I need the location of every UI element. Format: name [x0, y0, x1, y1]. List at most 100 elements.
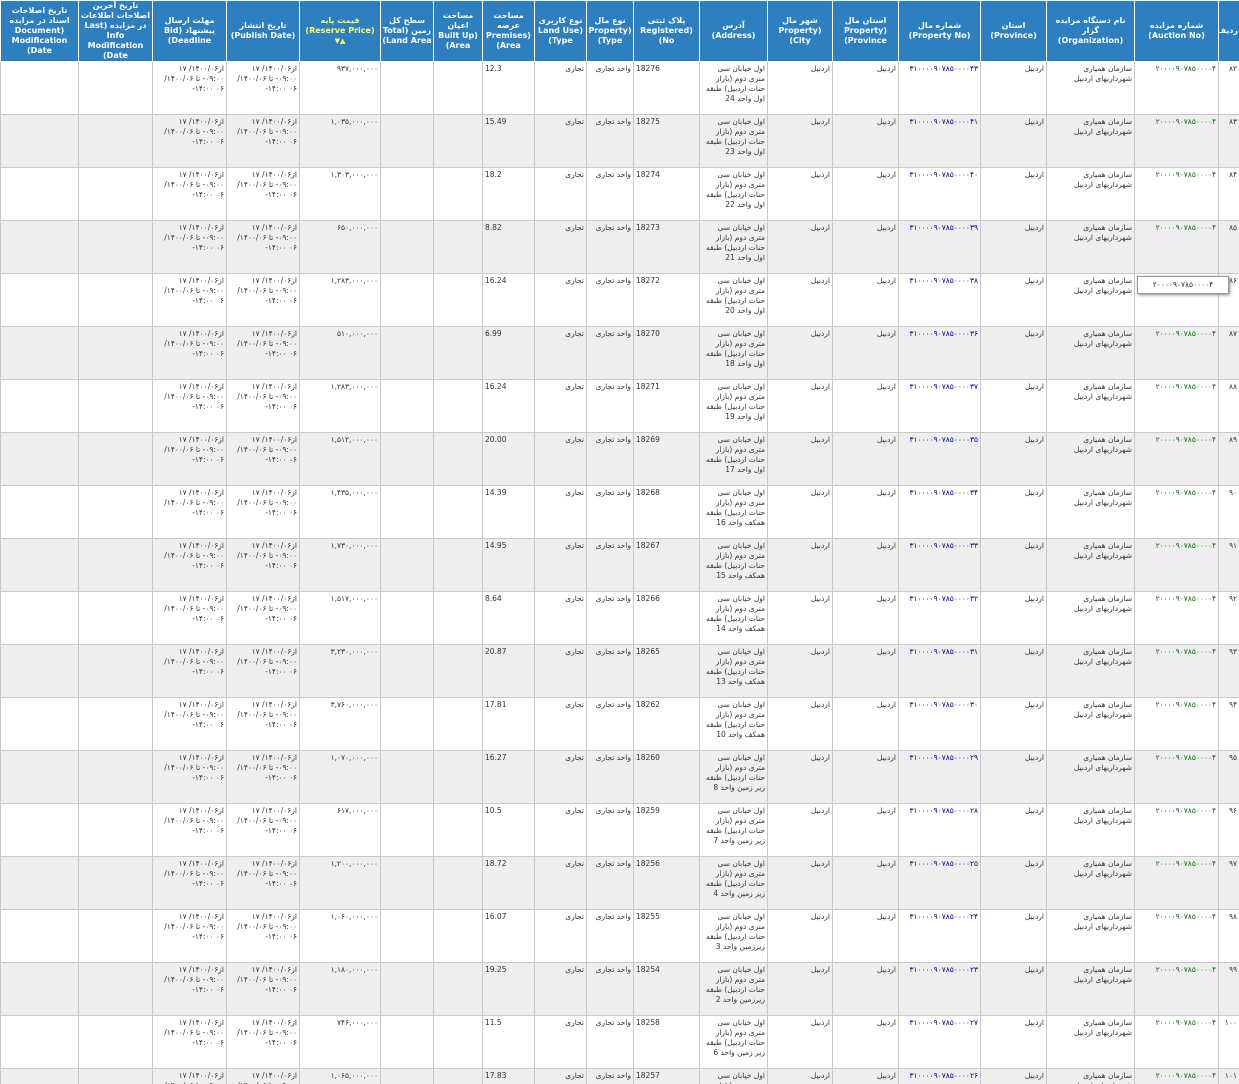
table-row[interactable]: ۹۸ ۲۰۰۰۰۹۰۷۸۵۰۰۰۰۴ سازمان همیاری شهرداریها… [0, 909, 1239, 963]
cell-auction-no[interactable]: ۲۰۰۰۰۹۰۷۸۵۰۰۰۰۴ [1134, 591, 1219, 645]
header-province[interactable]: استان (Province) [980, 0, 1047, 62]
header-land-area[interactable]: سطح کل زمین (Total Land Area) [380, 0, 434, 62]
header-premises-area[interactable]: مساحت عرصه (Premises Area) [482, 0, 535, 62]
sort-arrows-icon[interactable]: ▲▼ [301, 36, 379, 46]
auction-grid-container: ردیف شماره مزایده (Auction No) نام دستگا… [0, 0, 1239, 1084]
cell-property-no[interactable]: ۳۱۰۰۰۰۹۰۷۸۵۰۰۰۰۳۶ [898, 326, 981, 380]
cell-property-no[interactable]: ۳۱۰۰۰۰۹۰۷۸۵۰۰۰۰۳۵ [898, 432, 981, 486]
cell-auction-no[interactable]: ۲۰۰۰۰۹۰۷۸۵۰۰۰۰۴ [1134, 697, 1219, 751]
cell-land-use: تجاری [534, 326, 587, 380]
header-property-province[interactable]: استان مال (Property Province) [832, 0, 899, 62]
table-row[interactable]: ۹۰ ۲۰۰۰۰۹۰۷۸۵۰۰۰۰۴ سازمان همیاری شهرداریها… [0, 485, 1239, 539]
cell-address: اول خیابان سی متری دوم (بازار حنات اردبی… [699, 273, 768, 327]
table-row[interactable]: ۹۲ ۲۰۰۰۰۹۰۷۸۵۰۰۰۰۴ سازمان همیاری شهرداریها… [0, 591, 1239, 645]
header-reserve-price[interactable]: قیمت پایه (Reserve Price) ▲▼ [299, 0, 381, 62]
header-property-no[interactable]: شماره مال (Property No) [898, 0, 981, 62]
table-row[interactable]: ۹۹ ۲۰۰۰۰۹۰۷۸۵۰۰۰۰۴ سازمان همیاری شهرداریها… [0, 962, 1239, 1016]
cell-last-info-mod [78, 803, 153, 857]
table-row[interactable]: ۹۱ ۲۰۰۰۰۹۰۷۸۵۰۰۰۰۴ سازمان همیاری شهرداریها… [0, 538, 1239, 592]
cell-reserve-price: ۶۵۰,۰۰۰,۰۰۰ [299, 220, 381, 274]
header-property-city[interactable]: شهر مال (Property City) [767, 0, 833, 62]
cell-property-no[interactable]: ۳۱۰۰۰۰۹۰۷۸۵۰۰۰۰۲۶ [898, 1068, 981, 1084]
table-row[interactable]: ۹۷ ۲۰۰۰۰۹۰۷۸۵۰۰۰۰۴ سازمان همیاری شهرداریها… [0, 856, 1239, 910]
table-row[interactable]: ۹۶ ۲۰۰۰۰۹۰۷۸۵۰۰۰۰۴ سازمان همیاری شهرداریها… [0, 803, 1239, 857]
cell-property-no[interactable]: ۳۱۰۰۰۰۹۰۷۸۵۰۰۰۰۳۰ [898, 697, 981, 751]
table-row[interactable]: ۸۲ ۲۰۰۰۰۹۰۷۸۵۰۰۰۰۴ سازمان همیاری شهرداریها… [0, 61, 1239, 115]
cell-auction-no[interactable]: ۲۰۰۰۰۹۰۷۸۵۰۰۰۰۴ [1134, 114, 1219, 168]
cell-property-no[interactable]: ۳۱۰۰۰۰۹۰۷۸۵۰۰۰۰۲۷ [898, 1015, 981, 1069]
cell-property-no[interactable]: ۳۱۰۰۰۰۹۰۷۸۵۰۰۰۰۳۸ [898, 273, 981, 327]
cell-auction-no[interactable]: ۲۰۰۰۰۹۰۷۸۵۰۰۰۰۴ [1134, 61, 1219, 115]
header-last-info-mod[interactable]: تاریخ آخرین اصلاحات اطلاعات در مزایده (L… [78, 0, 153, 62]
cell-address: اول خیابان سی متری دوم (بازار حنات اردبی… [699, 909, 768, 963]
table-row[interactable]: ۸۳ ۲۰۰۰۰۹۰۷۸۵۰۰۰۰۴ سازمان همیاری شهرداریها… [0, 114, 1239, 168]
cell-reserve-price: ۳,۷۶۰,۰۰۰,۰۰۰ [299, 697, 381, 751]
cell-auction-no[interactable]: ۲۰۰۰۰۹۰۷۸۵۰۰۰۰۴ [1134, 1068, 1219, 1084]
table-row[interactable]: ۱۰۰ ۲۰۰۰۰۹۰۷۸۵۰۰۰۰۴ سازمان همیاری شهرداریه… [0, 1015, 1239, 1069]
cell-property-no[interactable]: ۳۱۰۰۰۰۹۰۷۸۵۰۰۰۰۳۴ [898, 485, 981, 539]
cell-auction-no[interactable]: ۲۰۰۰۰۹۰۷۸۵۰۰۰۰۴ [1134, 909, 1219, 963]
cell-doc-mod [0, 644, 79, 698]
header-property-type[interactable]: نوع مال (Property Type) [586, 0, 634, 62]
cell-auction-no[interactable]: ۲۰۰۰۰۹۰۷۸۵۰۰۰۰۴ [1134, 432, 1219, 486]
cell-auction-no[interactable]: ۲۰۰۰۰۹۰۷۸۵۰۰۰۰۴ [1134, 326, 1219, 380]
cell-property-no[interactable]: ۳۱۰۰۰۰۹۰۷۸۵۰۰۰۰۲۹ [898, 750, 981, 804]
header-row-number[interactable]: ردیف [1218, 0, 1239, 62]
cell-auction-no[interactable]: ۲۰۰۰۰۹۰۷۸۵۰۰۰۰۴ [1134, 644, 1219, 698]
table-row[interactable]: ۸۶۲۰۰۰۰۹۰۷۸۵۰۰۰۰۴سازمان همیاری شهرداریها… [0, 273, 1239, 327]
cell-doc-mod [0, 856, 79, 910]
cell-address: اول خیابان سی متری دوم (بازار حنات اردبی… [699, 591, 768, 645]
cell-property-type: واحد تجاری [586, 432, 634, 486]
table-row[interactable]: ۸۷ ۲۰۰۰۰۹۰۷۸۵۰۰۰۰۴ سازمان همیاری شهرداریها… [0, 326, 1239, 380]
cell-auction-no[interactable]: ۲۰۰۰۰۹۰۷۸۵۰۰۰۰۴ [1134, 856, 1219, 910]
cell-property-no[interactable]: ۳۱۰۰۰۰۹۰۷۸۵۰۰۰۰۴۰ [898, 167, 981, 221]
header-registered-no[interactable]: پلاک ثبتی (Registered No) [633, 0, 700, 62]
cell-auction-no[interactable]: ۲۰۰۰۰۹۰۷۸۵۰۰۰۰۴ [1134, 962, 1219, 1016]
cell-property-no[interactable]: ۳۱۰۰۰۰۹۰۷۸۵۰۰۰۰۲۴ [898, 909, 981, 963]
cell-built-up-area [433, 856, 483, 910]
cell-property-no[interactable]: ۳۱۰۰۰۰۹۰۷۸۵۰۰۰۰۴۱ [898, 114, 981, 168]
cell-property-type: واحد تجاری [586, 61, 634, 115]
cell-auction-no[interactable]: ۲۰۰۰۰۹۰۷۸۵۰۰۰۰۴ [1134, 485, 1219, 539]
cell-property-no[interactable]: ۳۱۰۰۰۰۹۰۷۸۵۰۰۰۰۴۳ [898, 61, 981, 115]
cell-address: اول خیابان سی متری دوم (بازار حنات اردبی… [699, 114, 768, 168]
header-publish-date[interactable]: تاریخ انتشار (Publish Date) [226, 0, 300, 62]
cell-auction-no[interactable]: ۲۰۰۰۰۹۰۷۸۵۰۰۰۰۴ [1134, 1015, 1219, 1069]
cell-auction-no[interactable]: ۲۰۰۰۰۹۰۷۸۵۰۰۰۰۴ [1134, 379, 1219, 433]
cell-property-no[interactable]: ۳۱۰۰۰۰۹۰۷۸۵۰۰۰۰۲۸ [898, 803, 981, 857]
cell-property-no[interactable]: ۳۱۰۰۰۰۹۰۷۸۵۰۰۰۰۳۷ [898, 379, 981, 433]
cell-province: اردبیل [980, 273, 1047, 327]
cell-auction-no[interactable]: ۲۰۰۰۰۹۰۷۸۵۰۰۰۰۴ [1134, 220, 1219, 274]
cell-property-no[interactable]: ۳۱۰۰۰۰۹۰۷۸۵۰۰۰۰۲۵ [898, 856, 981, 910]
header-bid-deadline[interactable]: مهلت ارسال پیشنهاد (Bid Deadline) [152, 0, 227, 62]
cell-land-area [380, 485, 434, 539]
cell-reserve-price: ۱,۷۳۰,۰۰۰,۰۰۰ [299, 538, 381, 592]
cell-built-up-area [433, 273, 483, 327]
cell-property-no[interactable]: ۳۱۰۰۰۰۹۰۷۸۵۰۰۰۰۲۳ [898, 962, 981, 1016]
header-built-up-area[interactable]: مساحت اعیان (Built Up Area) [433, 0, 483, 62]
table-row[interactable]: ۸۴ ۲۰۰۰۰۹۰۷۸۵۰۰۰۰۴ سازمان همیاری شهرداریها… [0, 167, 1239, 221]
header-land-use[interactable]: نوع کاربری (Land Use Type) [534, 0, 587, 62]
cell-property-no[interactable]: ۳۱۰۰۰۰۹۰۷۸۵۰۰۰۰۳۹ [898, 220, 981, 274]
cell-built-up-area [433, 538, 483, 592]
table-row[interactable]: ۹۳ ۲۰۰۰۰۹۰۷۸۵۰۰۰۰۴ سازمان همیاری شهرداریها… [0, 644, 1239, 698]
cell-auction-no[interactable]: ۲۰۰۰۰۹۰۷۸۵۰۰۰۰۴ [1134, 750, 1219, 804]
table-row[interactable]: ۹۵ ۲۰۰۰۰۹۰۷۸۵۰۰۰۰۴ سازمان همیاری شهرداریها… [0, 750, 1239, 804]
cell-property-no[interactable]: ۳۱۰۰۰۰۹۰۷۸۵۰۰۰۰۳۳ [898, 538, 981, 592]
cell-reserve-price: ۱,۵۱۷,۰۰۰,۰۰۰ [299, 591, 381, 645]
cell-property-no[interactable]: ۳۱۰۰۰۰۹۰۷۸۵۰۰۰۰۳۱ [898, 644, 981, 698]
table-row[interactable]: ۸۸ ۲۰۰۰۰۹۰۷۸۵۰۰۰۰۴ سازمان همیاری شهرداریها… [0, 379, 1239, 433]
header-address[interactable]: آدرس (Address) [699, 0, 768, 62]
cell-auction-no[interactable]: ۲۰۰۰۰۹۰۷۸۵۰۰۰۰۴ [1134, 167, 1219, 221]
table-row[interactable]: ۹۴ ۲۰۰۰۰۹۰۷۸۵۰۰۰۰۴ سازمان همیاری شهرداریها… [0, 697, 1239, 751]
header-doc-mod[interactable]: تاریخ اصلاحات اسناد در مزایده (Document … [0, 0, 79, 62]
table-row[interactable]: ۸۵ ۲۰۰۰۰۹۰۷۸۵۰۰۰۰۴ سازمان همیاری شهرداریها… [0, 220, 1239, 274]
header-organization[interactable]: نام دستگاه مزایده گزار (Organization) [1046, 0, 1135, 62]
header-auction-no[interactable]: شماره مزایده (Auction No) [1134, 0, 1219, 62]
cell-auction-no[interactable]: ۲۰۰۰۰۹۰۷۸۵۰۰۰۰۴ [1134, 803, 1219, 857]
cell-auction-no[interactable]: ۲۰۰۰۰۹۰۷۸۵۰۰۰۰۴ [1134, 538, 1219, 592]
cell-last-info-mod [78, 962, 153, 1016]
table-row[interactable]: ۱۰۱۲۰۰۰۰۹۰۷۸۵۰۰۰۰۴سازمان همیاری شهرداریه… [0, 1068, 1239, 1084]
cell-property-no[interactable]: ۳۱۰۰۰۰۹۰۷۸۵۰۰۰۰۳۲ [898, 591, 981, 645]
table-row[interactable]: ۸۹ ۲۰۰۰۰۹۰۷۸۵۰۰۰۰۴ سازمان همیاری شهرداریها… [0, 432, 1239, 486]
